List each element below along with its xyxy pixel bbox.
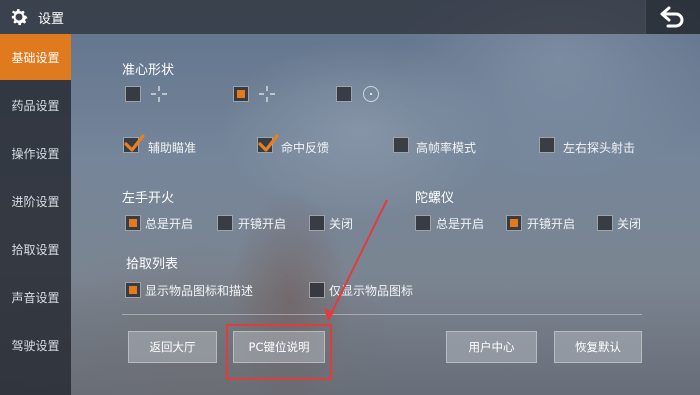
annotation-arrow bbox=[324, 199, 388, 322]
